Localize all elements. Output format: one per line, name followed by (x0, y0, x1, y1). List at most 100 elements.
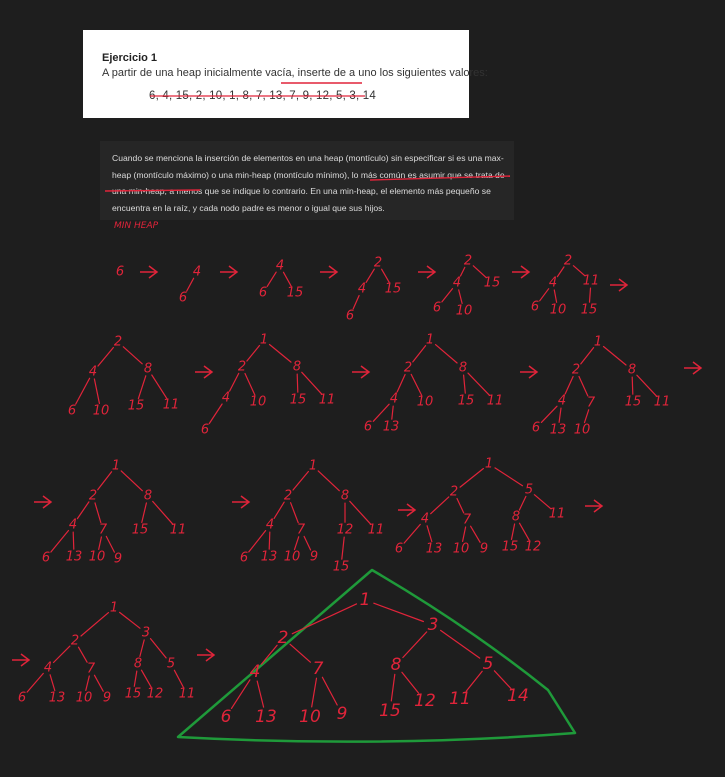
heap-edge (391, 405, 394, 420)
heap-node-label: 5 (483, 654, 494, 674)
heap-edge (77, 646, 88, 663)
step-arrow (585, 499, 604, 513)
heap-edge (140, 669, 152, 688)
heap-node-label: 2 (238, 360, 246, 375)
heap-node-label: 13 (261, 550, 278, 565)
step-arrow (220, 265, 239, 279)
heap-edge (396, 373, 406, 393)
heap-node-label: 4 (453, 276, 461, 291)
step-arrow (320, 265, 339, 279)
heap-edge (459, 467, 484, 488)
heap-node-label: 4 (358, 282, 366, 297)
heap-edge (282, 271, 292, 287)
heap-edge (301, 371, 323, 395)
heap-edge (602, 345, 627, 366)
heap-node-label: 6 (395, 542, 403, 557)
heap-node-label: 10 (417, 395, 434, 410)
heap-edge (381, 268, 390, 283)
heap-edge (631, 376, 634, 395)
heap-node-label: 1 (260, 333, 268, 348)
heap-node-label: 9 (480, 542, 488, 557)
heap-edge (268, 531, 271, 550)
heap-node-label: 13 (383, 420, 400, 435)
heap-node-label: 11 (549, 507, 566, 522)
heap-edge (470, 525, 481, 543)
heap-edge (588, 287, 592, 303)
heap-node-label: 8 (144, 362, 152, 377)
heap-node-label: 2 (374, 256, 382, 271)
heap-edge (373, 602, 424, 623)
heap-edge (289, 643, 311, 663)
heap-edge (120, 470, 143, 492)
heap-node-label: 8 (134, 657, 142, 672)
heap-node-label: 6 (179, 291, 187, 306)
heap-edge (458, 289, 463, 304)
heap-edge (291, 603, 358, 635)
heap-node-label: 15 (581, 303, 598, 318)
heap-edge (441, 288, 454, 303)
heap-node-label: 1 (360, 590, 371, 610)
heap-node-label: 4 (276, 259, 284, 274)
step-arrow (12, 653, 31, 667)
heap-node-label: 6 (221, 707, 232, 727)
heap-edge (97, 471, 113, 491)
heap-node-label: 11 (319, 393, 336, 408)
heap-node-label: 6 (18, 691, 26, 706)
heap-node-label: 11 (163, 398, 180, 413)
heap-edge (122, 346, 143, 365)
heap-node-label: 3 (142, 626, 150, 641)
heap-edge (463, 374, 466, 394)
heap-edge (390, 673, 396, 702)
heap-edge (256, 680, 265, 708)
heap-edge (341, 536, 345, 560)
heap-type-label: MIN HEAP (114, 221, 159, 231)
step-arrow (352, 365, 371, 379)
heap-node-label: 15 (379, 701, 401, 721)
heap-edge (208, 403, 223, 425)
heap-node-label: 7 (99, 523, 108, 538)
heap-node-label: 2 (71, 634, 79, 649)
heap-node-label: 4 (421, 512, 429, 527)
heap-node-label: 13 (426, 542, 443, 557)
heap-edge (98, 536, 103, 551)
heap-edge (273, 501, 285, 520)
heap-edge (133, 670, 138, 687)
heap-node-label: 11 (654, 395, 671, 410)
heap-node-label: 8 (459, 361, 467, 376)
heap-node-label: 6 (364, 420, 372, 435)
step-arrow (512, 265, 531, 279)
heap-node-label: 4 (44, 661, 52, 676)
heap-node-label: 10 (453, 542, 470, 557)
step-arrow (195, 365, 214, 379)
heap-node-label: 6 (259, 286, 267, 301)
heap-node-label: 9 (114, 552, 122, 567)
heap-node-label: 5 (525, 483, 533, 498)
underline-mark (369, 175, 511, 181)
heap-edge (467, 372, 491, 396)
heap-edge (186, 277, 195, 292)
heap-node-label: 11 (449, 689, 471, 709)
heap-node-label: 2 (464, 254, 472, 269)
heap-node-label: 4 (222, 391, 230, 406)
step-arrow (398, 503, 417, 517)
heap-node-label: 1 (112, 459, 120, 474)
heap-node-label: 6 (531, 300, 539, 315)
heap-edge (149, 637, 167, 659)
heap-edge (105, 535, 116, 553)
step-arrow (684, 361, 703, 375)
final-heap-highlight (176, 568, 577, 743)
step-arrow (197, 648, 216, 662)
heap-node-label: 12 (337, 523, 354, 538)
heap-node-label: 10 (76, 691, 93, 706)
step-arrow (34, 495, 53, 509)
heap-node-label: 8 (144, 489, 152, 504)
heap-node-label: 11 (487, 394, 504, 409)
heap-edge (85, 675, 90, 692)
heap-edge (49, 674, 56, 692)
heap-node-label: 11 (368, 523, 385, 538)
heap-node-label: 4 (89, 365, 97, 380)
heap-node-label: 9 (310, 550, 318, 565)
heap-node-label: 15 (385, 282, 402, 297)
heap-edge (268, 343, 292, 363)
heap-node-label: 1 (426, 333, 434, 348)
